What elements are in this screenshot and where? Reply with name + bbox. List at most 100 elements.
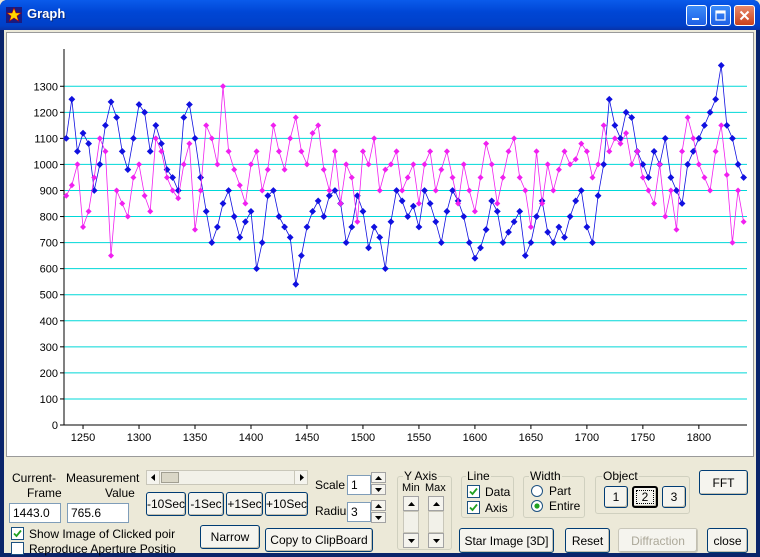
data-point: [410, 161, 417, 168]
data-point: [701, 121, 708, 129]
plus-10-sec-button[interactable]: +10Sec: [265, 492, 308, 516]
data-point: [398, 197, 406, 205]
y-tick-label: 0: [52, 420, 58, 432]
axis-line-checkbox[interactable]: [467, 501, 480, 514]
data-point: [678, 200, 686, 207]
y-min-up-button[interactable]: [403, 496, 419, 511]
current-frame-field[interactable]: 1443.0: [9, 503, 61, 523]
y-max-track[interactable]: [428, 511, 444, 533]
scroll-right-button[interactable]: [294, 471, 307, 484]
data-point: [393, 148, 400, 155]
object-2-button[interactable]: 2: [632, 486, 658, 508]
object-3-button[interactable]: 3: [662, 486, 686, 508]
scroll-left-button[interactable]: [147, 471, 160, 484]
data-point: [343, 161, 350, 168]
data-point: [253, 148, 260, 155]
arrow-up-icon: [407, 501, 415, 506]
minus-1-sec-button[interactable]: -1Sec: [188, 492, 224, 516]
entire-radio-label: Entire: [549, 499, 581, 513]
show-image-checkbox[interactable]: [11, 527, 24, 540]
data-point: [471, 254, 479, 262]
client-area: 0 100 200 300 400 500 600 700 800 900 1000 1100 1200…: [4, 30, 756, 556]
measurement-value-field[interactable]: 765.6: [67, 503, 129, 523]
data-point: [275, 213, 283, 220]
scroll-thumb[interactable]: [161, 472, 179, 483]
minimize-button[interactable]: [686, 5, 707, 26]
data-point: [533, 213, 540, 220]
data-point: [192, 226, 199, 233]
plus-1-sec-button[interactable]: +1Sec: [226, 492, 263, 516]
object-1-button[interactable]: 1: [604, 486, 628, 508]
data-point: [735, 187, 742, 194]
data-point: [516, 174, 523, 181]
data-point: [667, 174, 675, 181]
data-point: [684, 161, 692, 168]
axis-line-label: Axis: [485, 501, 508, 515]
data-point: [499, 174, 506, 181]
radius-up-button[interactable]: [371, 500, 386, 511]
y-max-up-button[interactable]: [428, 496, 444, 511]
maximize-button[interactable]: [710, 5, 731, 26]
data-point: [79, 129, 87, 137]
title-bar[interactable]: Graph: [0, 0, 760, 30]
radius-down-button[interactable]: [371, 512, 386, 523]
entire-radio[interactable]: [531, 500, 543, 512]
data-point: [108, 252, 115, 259]
x-tick-label: 1400: [239, 432, 263, 444]
y-min-track[interactable]: [403, 511, 419, 533]
narrow-button[interactable]: Narrow: [200, 525, 260, 549]
graph-chart[interactable]: 0 100 200 300 400 500 600 700 800 900 1000 1100 1200…: [7, 33, 753, 456]
data-point: [253, 265, 260, 273]
close-button[interactable]: close: [707, 528, 748, 553]
x-tick-label: 1650: [519, 432, 543, 444]
app-star-icon: [6, 7, 22, 23]
data-point: [661, 134, 669, 142]
data-point: [706, 108, 714, 116]
frame-scrollbar[interactable]: [146, 470, 308, 485]
scale-down-button[interactable]: [371, 484, 386, 495]
data-point: [68, 95, 76, 103]
reset-button[interactable]: Reset: [565, 528, 610, 553]
copy-to-clipboard-button[interactable]: Copy to ClipBoard: [265, 528, 373, 552]
scale-up-button[interactable]: [371, 472, 386, 483]
y-max-down-button[interactable]: [428, 533, 444, 548]
plot-area[interactable]: 0 100 200 300 400 500 600 700 800 900 1000 1100 1200…: [6, 32, 754, 457]
data-point: [634, 148, 641, 155]
data-point: [544, 161, 551, 168]
diffraction-button[interactable]: Diffraction: [618, 528, 698, 553]
data-line-checkbox[interactable]: [467, 485, 480, 498]
y-min-label: Min: [402, 482, 420, 494]
data-point: [180, 161, 187, 168]
data-point: [303, 161, 310, 168]
y-min-down-button[interactable]: [403, 533, 419, 548]
data-point: [96, 161, 104, 168]
fft-button[interactable]: FFT: [699, 470, 748, 495]
graph-window: Graph 0 100 200 300 400 500 600 700 800 900 1000 11…: [0, 0, 760, 557]
data-point: [107, 98, 115, 106]
minus-10-sec-button[interactable]: -10Sec: [146, 492, 186, 516]
reproduce-aperture-label: Reproduce Aperture Positio: [29, 542, 176, 556]
close-window-button[interactable]: [734, 5, 755, 26]
data-point: [124, 213, 131, 220]
data-point: [202, 207, 210, 215]
data-point: [690, 135, 697, 142]
data-point: [258, 239, 266, 247]
part-radio[interactable]: [531, 485, 543, 497]
data-point: [712, 148, 719, 155]
data-point: [684, 114, 691, 121]
star-image-3d-button[interactable]: Star Image [3D]: [459, 528, 554, 553]
data-point: [393, 187, 400, 194]
data-point: [639, 174, 646, 181]
data-point: [287, 135, 294, 142]
data-point: [561, 148, 568, 155]
x-tick-label: 1750: [631, 432, 655, 444]
data-point: [275, 148, 282, 155]
scale-field[interactable]: 1: [347, 475, 371, 495]
data-point: [549, 239, 557, 247]
data-point: [320, 213, 328, 220]
radius-field[interactable]: 3: [347, 502, 371, 522]
data-point: [136, 161, 143, 168]
data-point: [236, 182, 243, 189]
reproduce-aperture-checkbox[interactable]: [11, 542, 24, 555]
show-image-label: Show Image of Clicked poir: [29, 527, 176, 541]
